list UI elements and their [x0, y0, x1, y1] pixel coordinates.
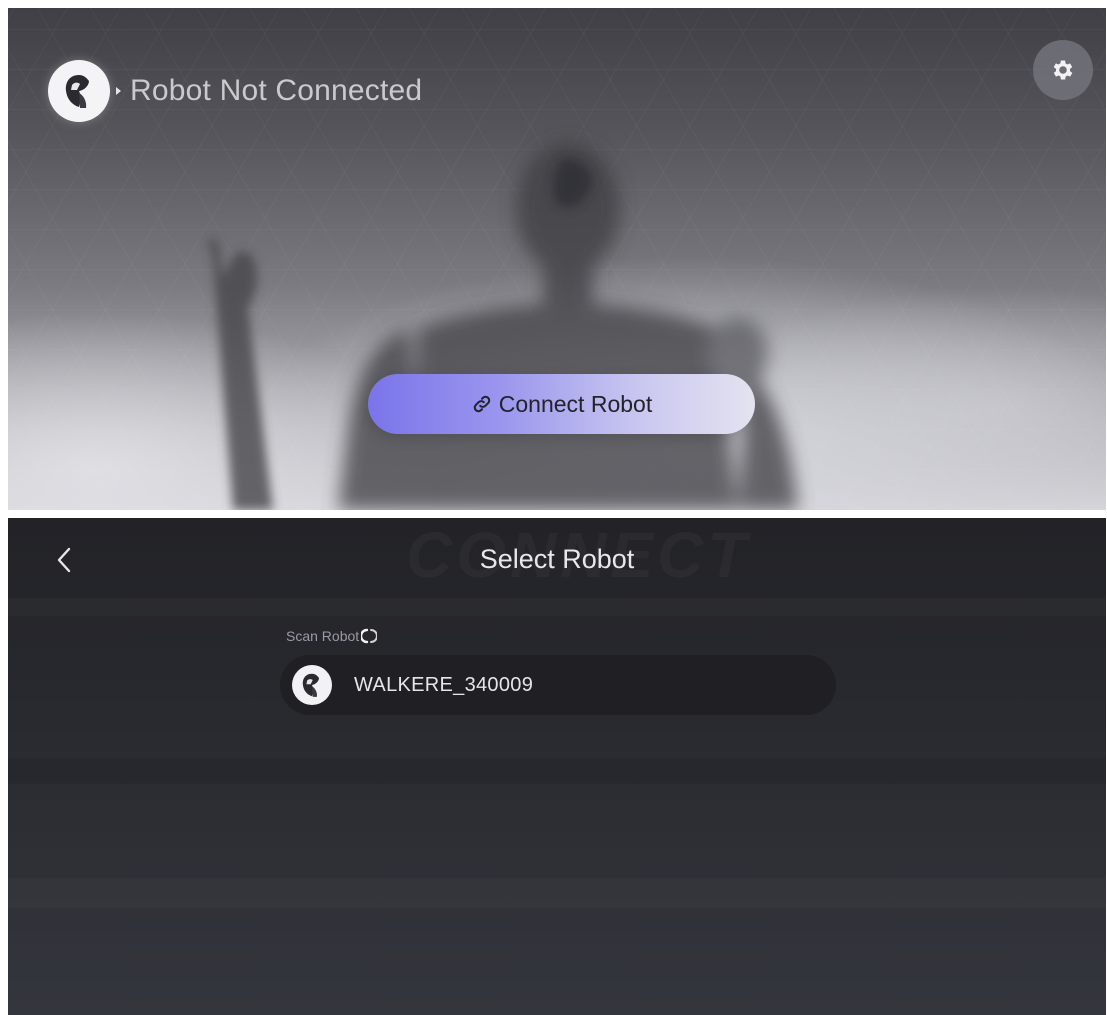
scan-robot-label: Scan Robot	[286, 628, 360, 644]
robot-head-icon	[65, 75, 89, 108]
scan-status: Scan Robot	[286, 628, 378, 644]
settings-button[interactable]	[1033, 40, 1093, 100]
robot-list-item[interactable]: WALKERE_340009	[280, 655, 836, 715]
link-icon	[473, 395, 490, 413]
spinner-icon	[361, 628, 378, 644]
caret-right-icon	[116, 87, 121, 95]
page-title: Select Robot	[479, 544, 635, 574]
robot-name-label: WALKERE_340009	[354, 673, 534, 696]
background-band	[8, 878, 1106, 908]
select-robot-screen: CONNECT Select Robot Scan Robot WALKERE_…	[8, 518, 1106, 1015]
robot-avatar-icon	[292, 665, 332, 705]
connect-robot-button[interactable]: Connect Robot	[368, 374, 755, 434]
background-band	[8, 758, 1106, 784]
robot-avatar-icon[interactable]	[48, 60, 110, 122]
robot-head-icon	[302, 673, 319, 697]
home-screen: Robot Not Connected Connect Robot	[8, 8, 1106, 510]
connection-status[interactable]: Robot Not Connected	[48, 60, 422, 122]
robot-status-label: Robot Not Connected	[130, 74, 423, 107]
connect-robot-label: Connect Robot	[498, 390, 653, 417]
background-band	[8, 598, 1106, 616]
gear-icon	[1053, 60, 1073, 80]
